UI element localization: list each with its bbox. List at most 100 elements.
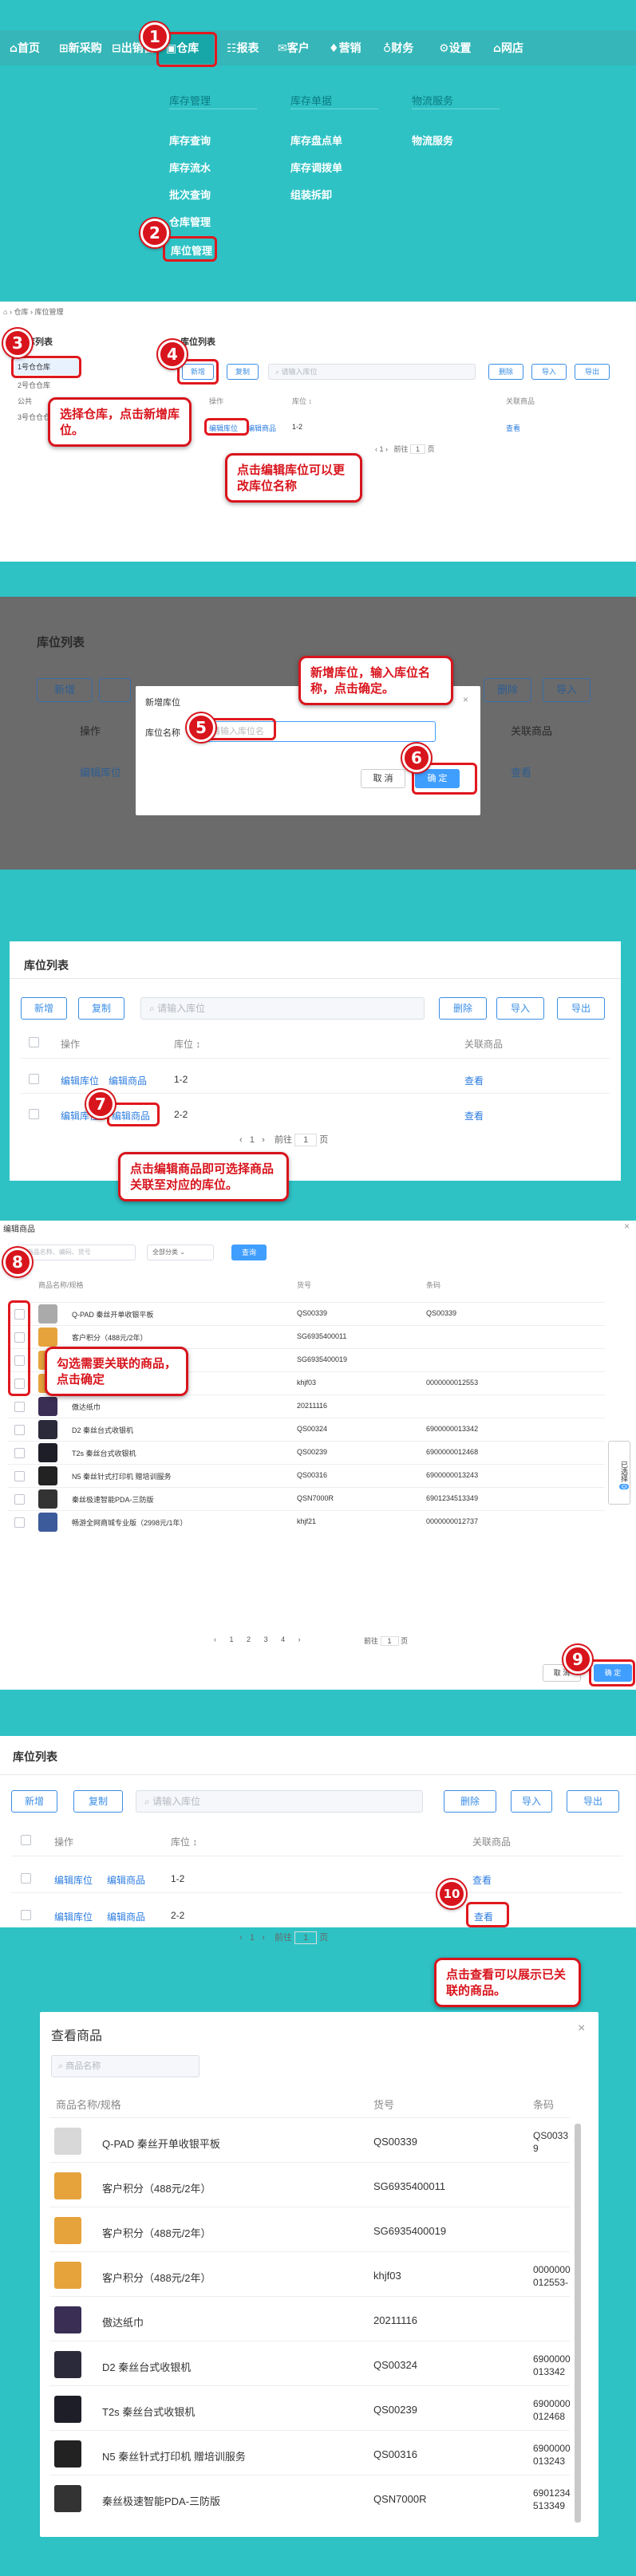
warehouse-item-3[interactable]: 公共: [18, 396, 32, 406]
goods-code: SG6935400011: [297, 1332, 347, 1340]
nav-item-purchase[interactable]: ⊞新采购: [59, 40, 102, 56]
query-button[interactable]: 查询: [231, 1245, 267, 1260]
menu-divider-2: [290, 108, 378, 109]
goods-row-checkbox[interactable]: [14, 1402, 25, 1412]
view-name: 傲达纸巾: [102, 2317, 144, 2329]
s6-row-2-goods[interactable]: 编辑商品: [107, 1910, 145, 1923]
breadcrumb: ⌂ › 仓库 › 库位管理: [3, 308, 64, 316]
s4-delete-button[interactable]: 删除: [439, 997, 487, 1020]
home-icon[interactable]: ⌂: [3, 308, 7, 316]
s6-row-1-edit[interactable]: 编辑库位: [54, 1873, 93, 1887]
view-dialog-close-icon[interactable]: ×: [578, 2022, 585, 2036]
view-row: Q-PAD 秦丝开单收银平板 QS00339 QS00339: [49, 2117, 570, 2162]
goods-row-checkbox[interactable]: [14, 1448, 25, 1458]
callout-edit-location: 点击编辑库位可以更改库位名称: [225, 453, 362, 503]
dialog-title: 新增库位: [145, 698, 180, 708]
s4-row-2-view[interactable]: 查看: [464, 1109, 484, 1122]
s4-h-loc[interactable]: 库位 ↕: [174, 1037, 200, 1051]
menu-stock-flow[interactable]: 库存流水: [169, 160, 211, 175]
s6-import-button[interactable]: 导入: [511, 1790, 552, 1813]
ok-highlight: [589, 1659, 635, 1686]
s4-row-2-checkbox[interactable]: [29, 1109, 39, 1119]
s6-h-loc[interactable]: 库位 ↕: [171, 1835, 197, 1848]
location-search-input[interactable]: ⌕ 请输入库位: [268, 364, 476, 380]
s6-search-input[interactable]: ⌕ 请输入库位: [136, 1790, 423, 1813]
s6-export-button[interactable]: 导出: [567, 1790, 619, 1813]
h-code: 货号: [297, 1281, 312, 1289]
s6-row-1-view[interactable]: 查看: [472, 1873, 492, 1887]
s6-row-1-checkbox[interactable]: [21, 1873, 31, 1884]
delete-button[interactable]: 删除: [488, 364, 523, 380]
menu-transfer[interactable]: 库存调拨单: [290, 160, 342, 175]
view-row: 傲达纸巾 20211116: [49, 2296, 570, 2341]
s4-row-1-view[interactable]: 查看: [464, 1074, 484, 1087]
s6-delete-button[interactable]: 删除: [444, 1790, 496, 1813]
s4-add-button[interactable]: 新增: [21, 997, 67, 1020]
s4-export-button[interactable]: 导出: [557, 997, 605, 1020]
s4-copy-button[interactable]: 复制: [78, 997, 124, 1020]
s6-panel: [0, 1736, 636, 1927]
goods-row-checkbox[interactable]: [14, 1494, 25, 1505]
goods-row-checkbox[interactable]: [14, 1425, 25, 1435]
nav-item-finance[interactable]: ♁财务: [383, 40, 413, 56]
warehouse-item-4[interactable]: 3号仓仓仓: [18, 412, 50, 422]
goods-dialog-close-icon[interactable]: ×: [624, 1221, 630, 1232]
selected-tab[interactable]: 已选择 0: [608, 1441, 630, 1505]
step-5-badge: 5: [187, 713, 215, 742]
s6-row-1-goods[interactable]: 编辑商品: [107, 1873, 145, 1887]
goods-code: QS00324: [297, 1425, 328, 1433]
view-thumbnail: [54, 2440, 81, 2468]
view-barcode: QS00339: [533, 2130, 569, 2154]
view-row: T2s 秦丝台式收银机 QS00239 6900000012468: [49, 2385, 571, 2430]
nav-item-home[interactable]: ⌂首页: [10, 40, 40, 56]
menu-stock-query[interactable]: 库存查询: [169, 132, 211, 148]
import-button[interactable]: 导入: [531, 364, 567, 380]
goods-row-checkbox[interactable]: [14, 1517, 25, 1528]
view-scrollbar[interactable]: [575, 2124, 581, 2523]
callout-edit-goods: 点击编辑商品即可选择商品关联至对应的库位。: [118, 1152, 289, 1201]
step-8-badge: 8: [3, 1248, 32, 1276]
s4-row-1-edit[interactable]: 编辑库位: [61, 1074, 99, 1087]
menu-batch-query[interactable]: 批次查询: [169, 187, 211, 202]
goods-thumbnail: [38, 1443, 57, 1462]
goods-thumbnail: [38, 1304, 57, 1324]
goods-thumbnail: [38, 1420, 57, 1439]
s6-select-all-checkbox[interactable]: [21, 1835, 31, 1845]
s6-add-button[interactable]: 新增: [11, 1790, 57, 1813]
s6-row-2-edit[interactable]: 编辑库位: [54, 1910, 93, 1923]
view-name: Q-PAD 秦丝开单收银平板: [102, 2138, 220, 2150]
dialog-close-icon[interactable]: ×: [463, 694, 468, 705]
view-highlight: [466, 1902, 509, 1927]
menu-logistics[interactable]: 物流服务: [412, 132, 453, 148]
export-button[interactable]: 导出: [575, 364, 610, 380]
callout-view: 点击查看可以展示已关联的商品。: [434, 1958, 581, 2007]
nav-item-report[interactable]: ☷报表: [227, 40, 259, 56]
copy-button[interactable]: 复制: [227, 364, 259, 380]
nav-item-settings[interactable]: ⚙设置: [439, 40, 472, 56]
nav-item-customer[interactable]: ✉客户: [278, 40, 310, 56]
dialog-cancel-button[interactable]: 取 消: [361, 769, 405, 788]
s6-row-2-checkbox[interactable]: [21, 1910, 31, 1920]
menu-stocktake[interactable]: 库存盘点单: [290, 132, 342, 148]
header-location[interactable]: 库位 ↕: [292, 396, 312, 406]
s4-import-button[interactable]: 导入: [496, 997, 544, 1020]
s4-search-input[interactable]: ⌕ 请输入库位: [140, 997, 425, 1020]
row-goods-link[interactable]: 编辑商品: [247, 423, 276, 433]
goods-search-input[interactable]: ⌕ 商品名称、编码、货号: [16, 1245, 136, 1260]
menu-warehouse-mgmt[interactable]: 仓库管理: [169, 214, 211, 229]
nav-item-marketing[interactable]: ♦营销: [329, 40, 361, 56]
view-search-input[interactable]: ⌕ 商品名称: [51, 2055, 199, 2077]
s6-copy-button[interactable]: 复制: [73, 1790, 123, 1813]
nav-item-webstore[interactable]: ⌂网店: [493, 40, 523, 56]
s4-select-all-checkbox[interactable]: [29, 1037, 39, 1047]
row-view-link[interactable]: 查看: [506, 423, 520, 433]
s4-row-1-line: [21, 1058, 610, 1059]
menu-head-stock: 库存管理: [169, 95, 211, 107]
warehouse-item-2[interactable]: 2号仓仓库: [18, 380, 50, 390]
s4-row-1-checkbox[interactable]: [29, 1074, 39, 1084]
goods-row-checkbox[interactable]: [14, 1471, 25, 1481]
menu-assembly[interactable]: 组装拆卸: [290, 187, 332, 202]
category-select[interactable]: 全部分类 ⌄: [147, 1245, 214, 1260]
s4-row-1-goods[interactable]: 编辑商品: [109, 1074, 147, 1087]
bg-rel: 关联商品: [511, 725, 553, 737]
